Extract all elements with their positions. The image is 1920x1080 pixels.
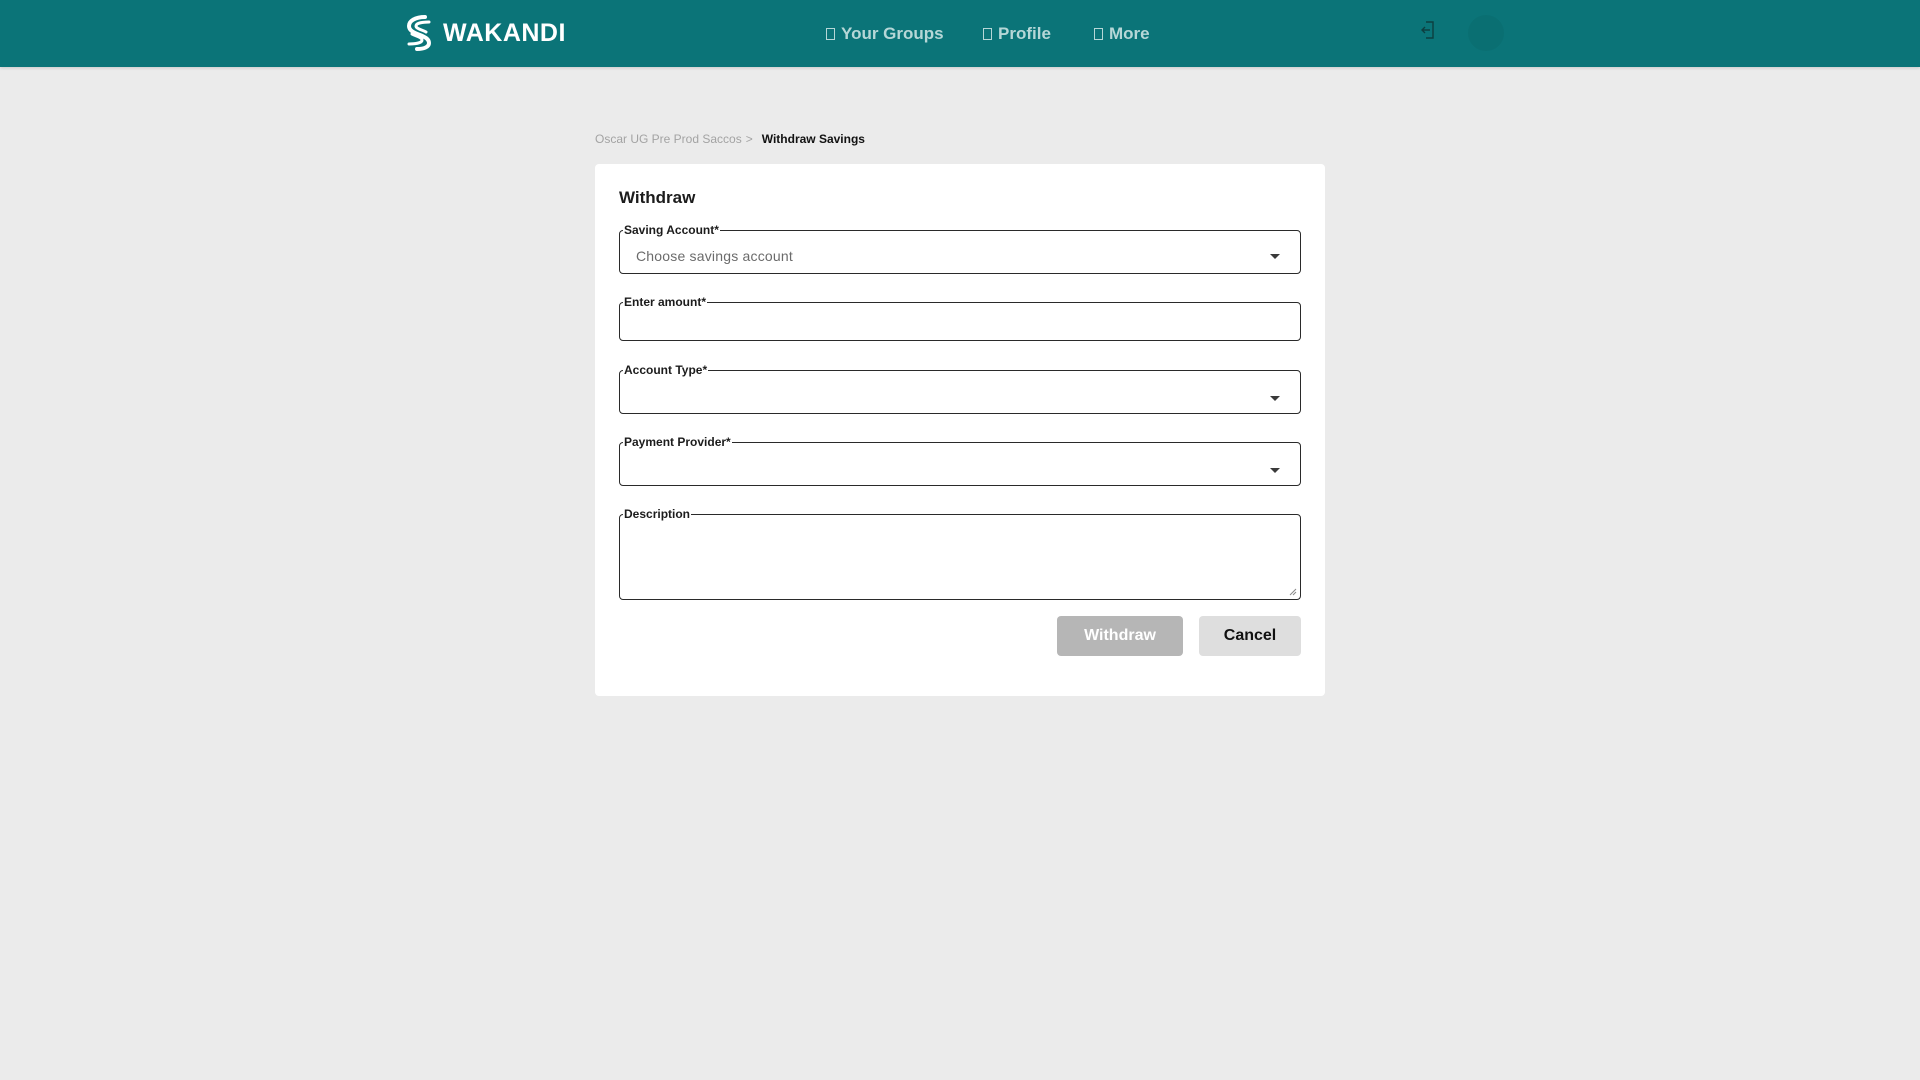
breadcrumb: Oscar UG Pre Prod Saccos > Withdraw Savi… (595, 132, 865, 146)
saving-account-placeholder: Choose savings account (636, 248, 793, 264)
account-type-label: Account Type* (623, 363, 709, 377)
breadcrumb-separator: > (745, 132, 753, 146)
groups-icon (826, 27, 835, 40)
nav-profile-label: Profile (998, 23, 1051, 43)
amount-label: Enter amount* (623, 295, 708, 309)
nav-profile[interactable]: Profile (983, 0, 1051, 67)
amount-input[interactable]: Enter amount* (619, 296, 1301, 341)
chevron-down-icon (1270, 468, 1280, 473)
brand-name: WAKANDI (443, 19, 566, 47)
withdraw-button[interactable]: Withdraw (1057, 616, 1183, 656)
brand-logo[interactable]: WAKANDI (403, 14, 566, 52)
payment-provider-label: Payment Provider* (623, 435, 732, 449)
logout-icon[interactable] (1420, 20, 1436, 40)
description-textarea[interactable]: Description (619, 508, 1301, 600)
nav-your-groups-label: Your Groups (841, 23, 944, 43)
chevron-down-icon (1270, 396, 1280, 401)
breadcrumb-parent-link[interactable]: Oscar UG Pre Prod Saccos (595, 132, 742, 146)
nav-your-groups[interactable]: Your Groups (826, 0, 944, 67)
wakandi-logo-icon (406, 15, 432, 51)
saving-account-label: Saving Account* (623, 223, 720, 237)
top-navigation-bar: WAKANDI Your Groups Profile More (0, 0, 1920, 67)
description-label: Description (623, 507, 692, 521)
breadcrumb-current: Withdraw Savings (761, 132, 865, 146)
chevron-down-icon (1270, 254, 1280, 259)
account-type-select[interactable]: Account Type* (619, 364, 1301, 414)
form-title: Withdraw (619, 188, 696, 207)
saving-account-select[interactable]: Saving Account* Choose savings account (619, 224, 1301, 274)
more-icon (1094, 27, 1103, 40)
payment-provider-select[interactable]: Payment Provider* (619, 436, 1301, 486)
profile-icon (983, 27, 992, 40)
nav-more[interactable]: More (1094, 0, 1150, 67)
cancel-button[interactable]: Cancel (1199, 616, 1301, 656)
user-avatar[interactable] (1468, 15, 1504, 51)
withdraw-form-card: Withdraw Saving Account* Choose savings … (595, 164, 1325, 696)
nav-more-label: More (1109, 23, 1150, 43)
resize-handle-icon[interactable] (1289, 588, 1297, 596)
